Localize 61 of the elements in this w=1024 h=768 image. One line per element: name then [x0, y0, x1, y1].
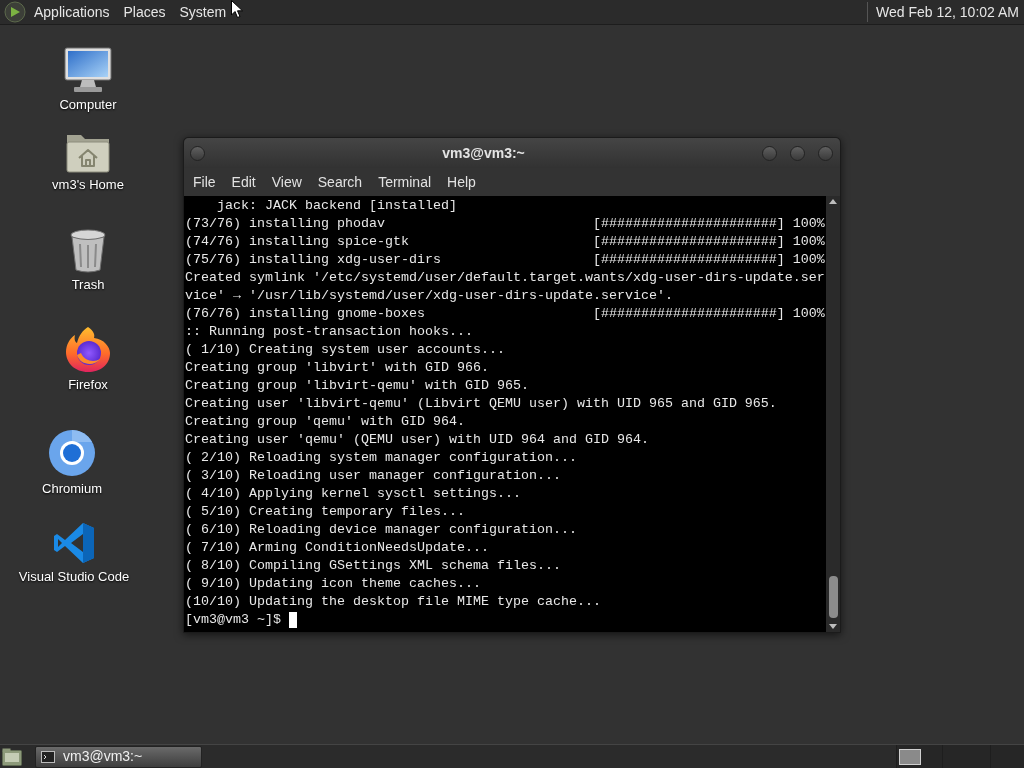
desktop-icon-label[interactable]: Visual Studio Code [18, 569, 130, 585]
terminal-line: ( 6/10) Reloading device manager configuration... [185, 521, 577, 539]
mouse-pointer-icon [231, 0, 243, 19]
menu-item[interactable]: Search [309, 171, 371, 193]
shell-prompt: [vm3@vm3 ~]$ [185, 611, 281, 629]
terminal-line: ( 4/10) Applying kernel sysctl settings... [185, 485, 521, 503]
terminal-line: ( 2/10) Reloading system manager configuration... [185, 449, 577, 467]
desktop-icon-label[interactable]: Chromium [42, 481, 102, 497]
firefox-logo-icon[interactable] [64, 325, 112, 373]
text-cursor-icon [289, 612, 297, 628]
terminal-line: (10/10) Updating the desktop file MIME type cache... [185, 593, 601, 611]
terminal-line: (74/76) installing spice-gtk [185, 234, 409, 249]
terminal-line: ( 7/10) Arming ConditionNeedsUpdate... [185, 539, 489, 557]
computer-monitor-icon[interactable] [64, 47, 112, 93]
panel-menu[interactable]: System [172, 0, 234, 24]
terminal-line: ( 1/10) Creating system user accounts... [185, 341, 505, 359]
scrollbar[interactable] [826, 196, 840, 632]
menu-item[interactable]: Edit [223, 171, 264, 193]
scroll-up-arrow-icon[interactable] [829, 199, 837, 204]
menu-item[interactable]: View [263, 171, 310, 193]
scrollbar-thumb[interactable] [828, 576, 838, 618]
show-desktop-icon[interactable] [2, 747, 22, 766]
terminal-line: Created symlink '/etc/systemd/user/default.target.wants/xdg-user-dirs-update.ser [185, 269, 825, 287]
clock[interactable]: Wed Feb 12, 10:02 AM [868, 1, 1024, 23]
terminal-line: Creating group 'qemu' with GID 964. [185, 413, 465, 431]
workspace-switcher[interactable] [896, 744, 1024, 768]
chromium-logo-icon[interactable] [48, 429, 96, 477]
desktop-icon-label[interactable]: Firefox [68, 377, 108, 393]
terminal-line: (76/76) installing gnome-boxes [185, 306, 425, 321]
menu-item[interactable]: File [185, 171, 224, 193]
terminal-line: ( 3/10) Reloading user manager configuration... [185, 467, 561, 485]
progress-text: [######################] 100% [592, 251, 825, 269]
panel-menu[interactable]: Applications [27, 0, 117, 24]
app-menu-logo-icon[interactable] [4, 1, 26, 23]
terminal-icon [41, 750, 55, 763]
terminal-line: Creating group 'libvirt' with GID 966. [185, 359, 489, 377]
terminal-line: ( 9/10) Updating icon theme caches... [185, 575, 481, 593]
menu-item[interactable]: Help [439, 171, 484, 193]
terminal-line: jack: JACK backend [installed] [217, 197, 457, 215]
terminal-line: :: Running post-transaction hooks... [185, 323, 473, 341]
terminal-line: (75/76) installing xdg-user-dirs [185, 252, 441, 267]
progress-text: [######################] 100% [592, 215, 825, 233]
desktop-icon-label[interactable]: vm3's Home [52, 177, 124, 193]
terminal-line: Creating group 'libvirt-qemu' with GID 965. [185, 377, 529, 395]
menu-item[interactable]: Terminal [370, 171, 440, 193]
progress-text: [######################] 100% [592, 233, 825, 251]
window-title: vm3@vm3:~ [441, 143, 526, 163]
terminal-line: (73/76) installing phodav [185, 216, 385, 231]
panel-menu[interactable]: Places [116, 0, 173, 24]
vscode-logo-icon[interactable] [52, 521, 96, 565]
terminal-line: Creating user 'libvirt-qemu' (Libvirt QEMU user) with UID 965 and GID 965. [185, 395, 777, 413]
desktop-icon-label[interactable]: Computer [59, 97, 117, 113]
trash-can-icon[interactable] [69, 229, 107, 273]
terminal-line: vice' → '/usr/lib/systemd/user/xdg-user-dirs-update.service'. [185, 287, 673, 305]
scroll-down-arrow-icon[interactable] [829, 624, 837, 629]
terminal-line: ( 5/10) Creating temporary files... [185, 503, 465, 521]
taskbar-button[interactable]: vm3@vm3:~ [35, 745, 202, 768]
terminal-line: Creating user 'qemu' (QEMU user) with UID 964 and GID 964. [185, 431, 649, 449]
terminal-line: ( 8/10) Compiling GSettings XML schema files... [185, 557, 561, 575]
desktop-icon-label[interactable]: Trash [71, 277, 105, 293]
progress-text: [######################] 100% [592, 305, 825, 323]
